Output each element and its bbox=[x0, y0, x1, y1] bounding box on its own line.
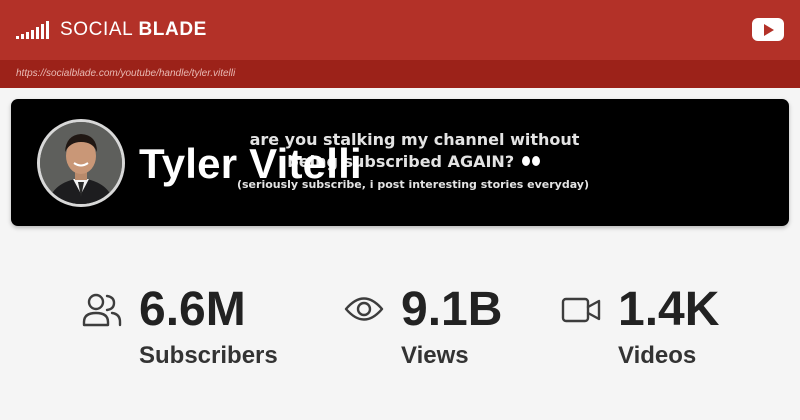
logo-text-regular: SOCIAL bbox=[60, 19, 133, 40]
views-label: Views bbox=[401, 342, 469, 369]
channel-name: Tyler Vitelli bbox=[139, 140, 362, 187]
users-icon bbox=[82, 292, 122, 333]
banner-text-line-3: (seriously subscribe, i post interesting… bbox=[236, 178, 590, 191]
subscriber-count: 6.6M bbox=[139, 283, 246, 336]
eyes-emoji-icon bbox=[521, 156, 542, 166]
eye-icon bbox=[344, 294, 384, 329]
banner-text-line-1: are you stalking my channel without bbox=[249, 130, 580, 149]
stats-row: 6.6M Subscribers 9.1B Views 1.4K Videos bbox=[0, 282, 800, 382]
youtube-icon[interactable] bbox=[752, 18, 784, 41]
url-bar: https://socialblade.com/youtube/handle/t… bbox=[0, 60, 800, 88]
page-url[interactable]: https://socialblade.com/youtube/handle/t… bbox=[16, 68, 235, 79]
videos-label: Videos bbox=[618, 342, 697, 369]
stat-views: 9.1B Views bbox=[344, 282, 514, 382]
subscribers-label: Subscribers bbox=[139, 342, 278, 369]
video-camera-icon bbox=[561, 296, 601, 329]
stat-videos: 1.4K Videos bbox=[561, 282, 731, 382]
view-count: 9.1B bbox=[401, 283, 503, 336]
logo-text: SOCIAL BLADE bbox=[60, 19, 207, 41]
video-count: 1.4K bbox=[618, 283, 720, 336]
channel-banner: are you stalking my channel without bein… bbox=[11, 99, 789, 226]
channel-avatar bbox=[37, 119, 125, 207]
social-blade-logo[interactable]: SOCIAL BLADE bbox=[16, 19, 207, 41]
logo-text-bold: BLADE bbox=[138, 19, 207, 40]
top-bar: SOCIAL BLADE bbox=[0, 0, 800, 60]
banner-text-line-2: being subscribed AGAIN? bbox=[11, 152, 789, 171]
stat-subscribers: 6.6M Subscribers bbox=[82, 282, 292, 382]
signal-bars-icon bbox=[16, 21, 49, 39]
